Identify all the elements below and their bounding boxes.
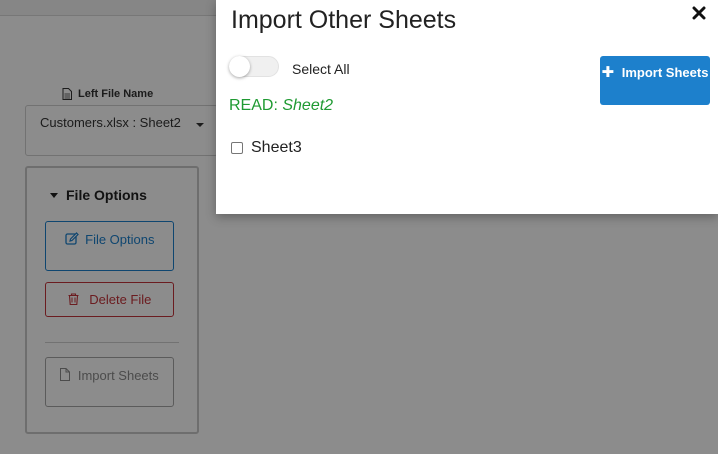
select-all-label: Select All: [292, 61, 350, 77]
read-sheet-line: READ: Sheet2: [229, 97, 333, 115]
sheet-checkbox[interactable]: [231, 142, 243, 154]
toggle-knob: [229, 56, 250, 77]
select-all-toggle[interactable]: [229, 56, 279, 77]
plus-icon: ✚: [601, 64, 615, 81]
import-sheets-button-label: Import Sheets: [621, 65, 709, 80]
close-icon[interactable]: [692, 6, 706, 20]
import-sheets-button[interactable]: ✚ Import Sheets: [600, 56, 710, 105]
read-prefix: READ:: [229, 97, 278, 114]
modal-title: Import Other Sheets: [231, 6, 457, 34]
read-sheet-name: Sheet2: [282, 97, 334, 114]
sheet-checkbox-label: Sheet3: [251, 139, 302, 156]
import-other-sheets-modal: Import Other Sheets Select All READ: She…: [216, 0, 718, 214]
sheet-checkbox-row[interactable]: Sheet3: [231, 139, 302, 157]
